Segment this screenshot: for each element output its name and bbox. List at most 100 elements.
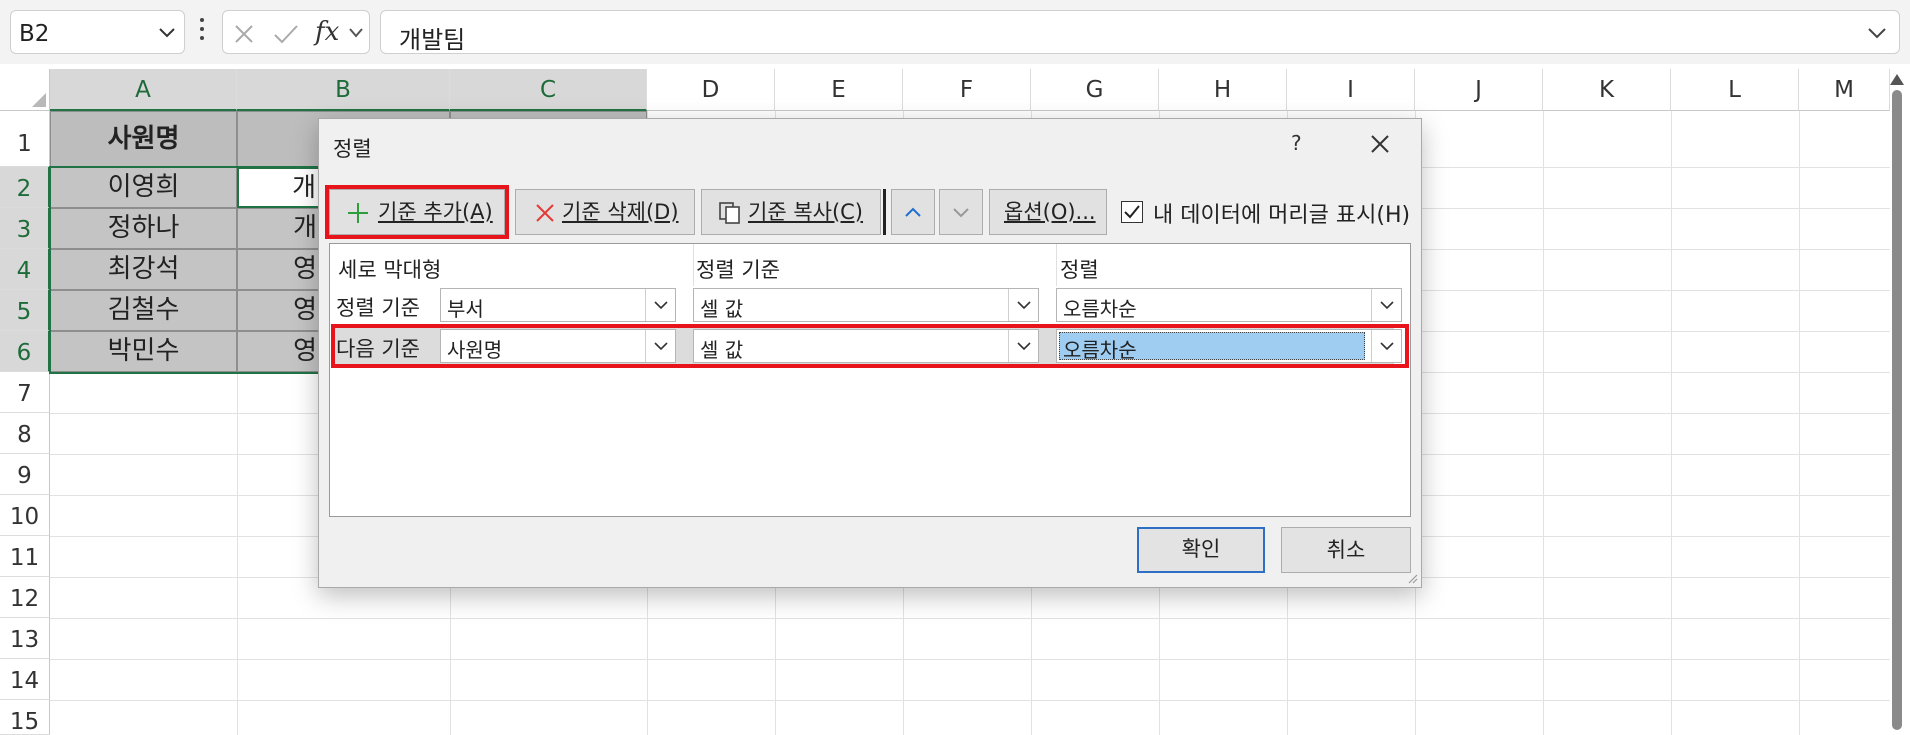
chevron-down-icon[interactable] <box>158 27 176 39</box>
formula-content: 개발팀 <box>399 26 466 54</box>
select-all-corner[interactable] <box>0 69 50 111</box>
chevron-down-icon[interactable] <box>1867 27 1887 39</box>
grid-line <box>50 618 1890 619</box>
delete-level-button[interactable]: 기준 삭제(D) <box>515 189 695 235</box>
header-divider <box>1056 244 1057 286</box>
add-level-highlight <box>325 185 509 239</box>
row-header-3[interactable]: 3 <box>0 208 50 249</box>
formula-bar: B2 fx 개발팀 <box>0 0 1910 64</box>
cell-a5[interactable]: 김철수 <box>50 290 237 331</box>
level-2-highlight <box>331 324 1409 368</box>
delete-level-label: 기준 삭제(D) <box>562 200 679 224</box>
row-header-15[interactable]: 15 <box>0 700 50 735</box>
sort-levels-grid: 세로 막대형 정렬 기준 정렬 정렬 기준 부서 셀 값 오름차순 다음 기준 … <box>329 243 1411 517</box>
more-options-icon[interactable] <box>198 18 206 46</box>
copy-level-button[interactable]: 기준 복사(C) <box>701 189 881 235</box>
formula-input[interactable]: 개발팀 <box>380 10 1900 54</box>
row-header-6[interactable]: 6 <box>0 331 50 372</box>
row-header-11[interactable]: 11 <box>0 536 50 577</box>
level-1-order-select[interactable]: 오름차순 <box>1056 288 1402 322</box>
level-1-column-value: 부서 <box>447 297 484 321</box>
column-header-a[interactable]: A <box>50 69 237 111</box>
name-box[interactable]: B2 <box>10 10 185 54</box>
chevron-down-icon[interactable] <box>349 28 363 38</box>
column-header-b[interactable]: B <box>237 69 450 111</box>
x-icon[interactable] <box>233 23 255 45</box>
row-header-14[interactable]: 14 <box>0 659 50 700</box>
has-headers-checkbox[interactable] <box>1121 201 1143 223</box>
move-down-button[interactable] <box>939 189 983 235</box>
cell-a1[interactable]: 사원명 <box>50 111 237 167</box>
chevron-down-icon <box>654 301 668 310</box>
grid-line <box>1799 111 1800 735</box>
column-header-e[interactable]: E <box>775 69 903 111</box>
column-header-i[interactable]: I <box>1287 69 1415 111</box>
options-label: 옵션(O)... <box>1004 200 1096 224</box>
cancel-button[interactable]: 취소 <box>1281 527 1411 573</box>
column-header-m[interactable]: M <box>1799 69 1890 111</box>
dialog-title: 정렬 <box>333 137 372 161</box>
formula-buttons: fx <box>222 10 370 54</box>
has-headers-label[interactable]: 내 데이터에 머리글 표시(H) <box>1153 197 1410 229</box>
column-header-l[interactable]: L <box>1671 69 1799 111</box>
column-header-k[interactable]: K <box>1543 69 1671 111</box>
row-header-12[interactable]: 12 <box>0 577 50 618</box>
vertical-scrollbar[interactable] <box>1892 90 1902 730</box>
column-header-h[interactable]: H <box>1159 69 1287 111</box>
column-header-g[interactable]: G <box>1031 69 1159 111</box>
dropdown-arrow[interactable] <box>1008 289 1038 321</box>
ok-button[interactable]: 확인 <box>1137 527 1265 573</box>
level-1-order-value: 오름차순 <box>1063 297 1137 321</box>
delete-x-icon <box>536 204 554 222</box>
row-header-1[interactable]: 1 <box>0 111 50 167</box>
sort-dialog: 정렬 ? 기준 추가(A) 기준 삭제(D) 기준 복사(C) 옵션(O)...… <box>318 118 1422 588</box>
close-icon[interactable] <box>1369 133 1391 155</box>
check-icon <box>1124 205 1140 219</box>
options-button[interactable]: 옵션(O)... <box>989 189 1107 235</box>
row-header-7[interactable]: 7 <box>0 372 50 413</box>
row-header-13[interactable]: 13 <box>0 618 50 659</box>
chevron-down-icon <box>1017 301 1031 310</box>
level-1-sort-on-select[interactable]: 셀 값 <box>693 288 1039 322</box>
name-box-value: B2 <box>19 21 50 47</box>
cell-a6[interactable]: 박민수 <box>50 331 237 372</box>
help-icon[interactable]: ? <box>1291 131 1302 155</box>
header-divider <box>693 244 694 286</box>
column-header-c[interactable]: C <box>450 69 647 111</box>
grid-line <box>50 659 1890 660</box>
level-1-sort-on-value: 셀 값 <box>700 297 744 321</box>
grid-line <box>1543 111 1544 735</box>
cell-a2[interactable]: 이영희 <box>50 167 237 208</box>
cell-a4[interactable]: 최강석 <box>50 249 237 290</box>
resize-grip-icon[interactable] <box>1406 572 1418 584</box>
column-header-d[interactable]: D <box>647 69 775 111</box>
grid-line <box>50 700 1890 701</box>
dropdown-arrow[interactable] <box>645 289 675 321</box>
grid-line <box>1671 111 1672 735</box>
chevron-down-icon <box>953 208 969 218</box>
column-header-f[interactable]: F <box>903 69 1031 111</box>
level-1-column-select[interactable]: 부서 <box>440 288 676 322</box>
dropdown-arrow[interactable] <box>1371 289 1401 321</box>
copy-level-label: 기준 복사(C) <box>748 200 864 224</box>
chevron-down-icon <box>1380 301 1394 310</box>
row-header-4[interactable]: 4 <box>0 249 50 290</box>
fx-icon[interactable]: fx <box>315 17 339 47</box>
row-header-8[interactable]: 8 <box>0 413 50 454</box>
level-1-label: 정렬 기준 <box>336 296 420 320</box>
cell-a3[interactable]: 정하나 <box>50 208 237 249</box>
order-heading: 정렬 <box>1060 258 1099 282</box>
column-heading: 세로 막대형 <box>338 258 442 282</box>
chevron-up-icon <box>905 207 921 217</box>
row-header-5[interactable]: 5 <box>0 290 50 331</box>
sort-on-heading: 정렬 기준 <box>696 258 780 282</box>
copy-icon <box>719 202 740 224</box>
row-header-10[interactable]: 10 <box>0 495 50 536</box>
column-header-j[interactable]: J <box>1415 69 1543 111</box>
toolbar-divider <box>883 189 886 235</box>
check-icon[interactable] <box>273 23 299 45</box>
row-header-9[interactable]: 9 <box>0 454 50 495</box>
move-up-button[interactable] <box>891 189 935 235</box>
scroll-up-icon[interactable] <box>1890 74 1904 85</box>
row-header-2[interactable]: 2 <box>0 167 50 208</box>
